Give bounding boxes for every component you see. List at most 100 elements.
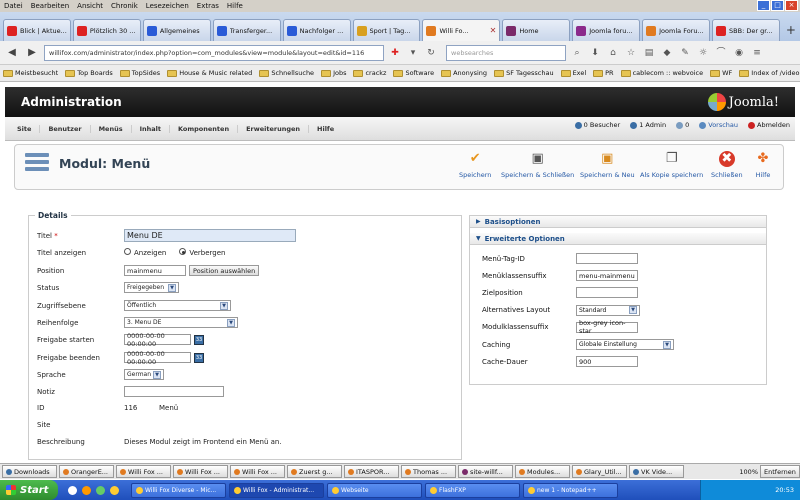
close-window-button[interactable]: × — [785, 0, 798, 11]
bookmark-item[interactable]: WF — [710, 69, 732, 77]
menu-lesezeichen[interactable]: Lesezeichen — [146, 2, 189, 10]
bookmark-item[interactable]: Exel — [560, 69, 586, 77]
url-bar[interactable]: willifox.com/administrator/index.php?opt… — [44, 44, 384, 61]
menu-inhalt[interactable]: Inhalt — [132, 124, 170, 133]
browser-tab[interactable]: Sport | Tag... — [352, 19, 421, 41]
access-select[interactable]: Öffentlich ▼ — [124, 300, 231, 311]
browser-tab[interactable]: Plötzlich 30 ... — [72, 19, 141, 41]
browser-tab[interactable]: Home — [502, 19, 571, 41]
addon-icon[interactable]: ◆ — [660, 46, 674, 60]
save-copy-button[interactable]: ❐ Als Kopie speichern — [640, 151, 703, 179]
radio-hide[interactable] — [179, 248, 187, 255]
menu-datei[interactable]: Datei — [4, 2, 23, 10]
addon-tab-item[interactable]: Willi Fox ... — [230, 465, 285, 478]
tab-close-icon[interactable]: ✕ — [490, 26, 497, 35]
bookmark-item[interactable]: Jobs — [321, 69, 346, 77]
preview-link[interactable]: Vorschau — [699, 121, 738, 129]
help-button[interactable]: ✤ Hilfe — [755, 151, 771, 179]
fox-icon[interactable]: ◉ — [732, 46, 746, 60]
remove-button[interactable]: Entfernen — [760, 465, 800, 478]
addon-tab-item[interactable]: Downloads — [2, 465, 57, 478]
addon-tab-item[interactable]: Zuerst g... — [287, 465, 342, 478]
start-button[interactable]: Start — [0, 480, 58, 500]
menu-hilfe[interactable]: Hilfe — [227, 2, 243, 10]
taskbar-item[interactable]: Webseite — [327, 482, 422, 498]
addon-tab-item[interactable]: OrangerE... — [59, 465, 114, 478]
bookmark-star-icon[interactable]: ☆ — [624, 46, 638, 60]
search-input[interactable]: websearches — [446, 44, 566, 61]
menu-benutzer[interactable]: Benutzer — [40, 124, 91, 133]
tools-icon[interactable]: ✎ — [678, 46, 692, 60]
option-input[interactable]: menu-mainmenu — [576, 270, 638, 282]
addon-tab-item[interactable]: ITASPOR... — [344, 465, 399, 478]
status-select[interactable]: Freigegeben ▼ — [124, 282, 179, 293]
menu-icon[interactable]: ≡ — [750, 46, 764, 60]
download-icon[interactable]: ⬇ — [588, 46, 602, 60]
publish-end-input[interactable]: 0000-00-00 00:00:00 — [124, 350, 191, 366]
browser-tab[interactable]: Willi Fo... ✕ — [422, 19, 501, 41]
addon-tab-item[interactable]: Willi Fox ... — [116, 465, 171, 478]
order-select[interactable]: 3. Menu DE ▼ — [124, 317, 238, 328]
rainbow-icon[interactable]: ⌒ — [714, 46, 728, 60]
calendar-icon[interactable]: 33 — [194, 334, 204, 345]
back-icon[interactable]: ◀ — [4, 45, 20, 61]
menu-menues[interactable]: Menüs — [91, 124, 132, 133]
menu-komponenten[interactable]: Komponenten — [170, 124, 239, 133]
menu-site[interactable]: Site — [9, 124, 41, 133]
menu-chronik[interactable]: Chronik — [111, 2, 138, 10]
save-button[interactable]: ✔ Speichern — [459, 151, 491, 179]
browser-tab[interactable]: SBB: Der gr... — [712, 19, 780, 41]
show-title-no[interactable]: Verbergen — [179, 248, 225, 257]
select-position-button[interactable]: Position auswählen — [189, 265, 260, 276]
bookmark-item[interactable]: cablecom :: webvoice — [620, 69, 703, 77]
bookmark-item[interactable]: PR — [593, 69, 614, 77]
search-icon[interactable]: ⌕ — [570, 46, 584, 60]
save-close-button[interactable]: ▣ Speichern & Schließen — [501, 151, 574, 179]
bookmark-item[interactable]: Software — [393, 69, 434, 77]
bookmark-item[interactable]: TopSides — [119, 69, 160, 77]
quicklaunch-icon[interactable] — [82, 485, 91, 495]
option-input[interactable] — [576, 287, 638, 299]
logout-link[interactable]: Abmelden — [748, 121, 790, 129]
bookmark-item[interactable]: crackz — [353, 69, 386, 77]
menu-erweiterungen[interactable]: Erweiterungen — [238, 124, 310, 133]
bookmark-item[interactable]: Schnellsuche — [259, 69, 314, 77]
browser-tab[interactable]: Joomla Foru... — [642, 19, 711, 41]
menu-ansicht[interactable]: Ansicht — [77, 2, 103, 10]
browser-tab[interactable]: Blick | Aktue... — [3, 19, 71, 41]
option-input[interactable]: box-grey icon-star — [576, 319, 638, 335]
option-input[interactable] — [576, 253, 638, 264]
option-select[interactable]: Globale Einstellung ▼ — [576, 339, 674, 350]
taskbar-item[interactable]: Willi Fox Diverse - Mic... — [131, 482, 226, 498]
bookmark-item[interactable]: Anonysing — [441, 69, 487, 77]
bookmark-item[interactable]: Meistbesucht — [3, 69, 58, 77]
advanced-options-toggle[interactable]: ▼ Erweiterte Optionen — [470, 233, 766, 245]
addon-tab-item[interactable]: Glary_Util... — [572, 465, 627, 478]
menu-hilfe-admin[interactable]: Hilfe — [309, 125, 342, 133]
taskbar-item[interactable]: new 1 - Notepad++ — [523, 482, 618, 498]
option-select[interactable]: Standard ▼ — [576, 304, 640, 316]
addon-tab-item[interactable]: VK Vide... — [629, 465, 684, 478]
addon-tab-item[interactable]: Modules... — [515, 465, 570, 478]
menu-extras[interactable]: Extras — [197, 2, 219, 10]
bookmark-item[interactable]: House & Music related — [167, 69, 252, 77]
minimize-button[interactable]: _ — [757, 0, 770, 11]
taskbar-item[interactable]: FlashFXP — [425, 482, 520, 498]
taskbar-item[interactable]: Willi Fox - Administrat... — [229, 482, 324, 498]
browser-tab[interactable]: Transferger... — [212, 19, 281, 41]
forward-icon[interactable]: ▶ — [24, 45, 40, 61]
addon-tab-item[interactable]: Thomas ... — [401, 465, 456, 478]
language-select[interactable]: German ▼ — [124, 369, 164, 380]
save-new-button[interactable]: ▣ Speichern & Neu — [580, 151, 635, 179]
note-input[interactable] — [124, 386, 224, 397]
browser-tab[interactable]: Nachfolger ... — [282, 19, 351, 41]
bookmark-item[interactable]: Top Boards — [65, 69, 113, 77]
home-icon[interactable]: ⌂ — [606, 46, 620, 60]
publish-start-input[interactable]: 0000-00-00 00:00:00 — [124, 332, 191, 348]
calendar-icon[interactable]: 33 — [194, 352, 204, 363]
addon-tab-item[interactable]: Willi Fox ... — [173, 465, 228, 478]
bookmark-item[interactable]: Index of /video — [739, 69, 800, 77]
sync-icon[interactable]: ☼ — [696, 46, 710, 60]
bookmarks-icon[interactable]: ▤ — [642, 46, 656, 60]
radio-show[interactable] — [124, 248, 131, 255]
